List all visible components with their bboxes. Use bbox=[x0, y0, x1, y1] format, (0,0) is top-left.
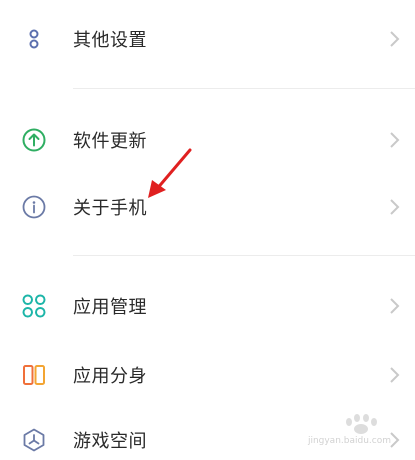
settings-item-app-management[interactable]: 应用管理 bbox=[0, 276, 415, 336]
game-space-icon bbox=[20, 426, 48, 454]
settings-item-label: 游戏空间 bbox=[73, 431, 147, 452]
settings-item-label: 其他设置 bbox=[73, 30, 147, 51]
settings-screen: 其他设置 软件更新 关于手机 应用管理 应用分身 游戏空间 jingyan.ba… bbox=[0, 0, 415, 460]
divider bbox=[73, 255, 415, 256]
info-icon bbox=[20, 193, 48, 221]
paw-logo-icon bbox=[346, 414, 377, 434]
settings-item-label: 关于手机 bbox=[73, 198, 147, 219]
dots-vertical-icon bbox=[20, 25, 48, 53]
settings-item-other[interactable]: 其他设置 bbox=[0, 9, 415, 69]
chevron-right-icon bbox=[390, 367, 400, 383]
settings-item-about-phone[interactable]: 关于手机 bbox=[0, 177, 415, 237]
chevron-right-icon bbox=[390, 298, 400, 314]
chevron-right-icon bbox=[390, 31, 400, 47]
settings-item-label: 应用管理 bbox=[73, 297, 147, 318]
upgrade-arrow-icon bbox=[20, 126, 48, 154]
settings-item-software-update[interactable]: 软件更新 bbox=[0, 110, 415, 170]
watermark: jingyan.baidu.com bbox=[289, 412, 397, 448]
divider bbox=[73, 88, 415, 89]
watermark-text: jingyan.baidu.com bbox=[307, 436, 391, 446]
chevron-right-icon bbox=[390, 199, 400, 215]
settings-item-label: 软件更新 bbox=[73, 131, 147, 152]
app-clone-icon bbox=[20, 361, 48, 389]
settings-item-app-clone[interactable]: 应用分身 bbox=[0, 345, 415, 405]
app-grid-icon bbox=[20, 292, 48, 320]
chevron-right-icon bbox=[390, 132, 400, 148]
settings-item-label: 应用分身 bbox=[73, 366, 147, 387]
